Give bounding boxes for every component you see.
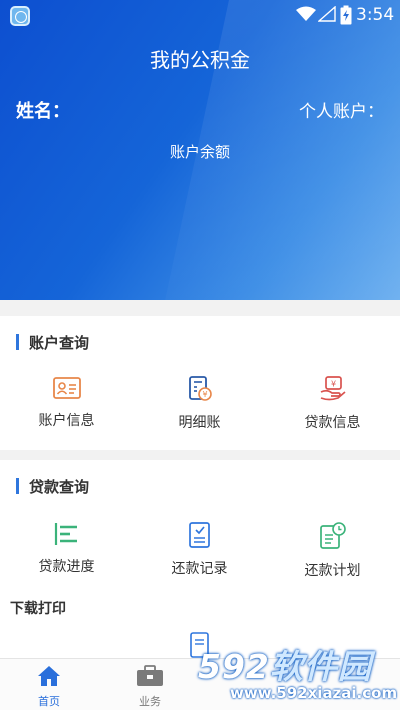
loan-progress-button[interactable]: 贷款进度 bbox=[0, 522, 133, 576]
battery-charging-icon bbox=[340, 5, 352, 25]
download-print-title: 下载打印 bbox=[10, 601, 66, 617]
nav-business[interactable]: 业务 bbox=[120, 665, 180, 709]
nav-home[interactable]: 首页 bbox=[19, 665, 79, 709]
watermark-brand: 592软件园 bbox=[198, 647, 372, 686]
wifi-icon bbox=[296, 6, 316, 21]
watermark: 592软件园 www.592xiazai.com bbox=[190, 640, 400, 710]
page-title: 我的公积金 bbox=[150, 48, 250, 72]
nav-business-label: 业务 bbox=[139, 695, 161, 708]
nav-home-label: 首页 bbox=[38, 695, 60, 708]
status-time: 3:54 bbox=[356, 5, 395, 25]
section-title: 贷款查询 bbox=[29, 477, 90, 496]
account-query-card: 账户查询 账户信息 ¥ 明细账 ¥ 贷款信息 bbox=[0, 316, 400, 450]
watermark-url: www.592xiazai.com bbox=[230, 684, 398, 702]
loan-query-card: 贷款查询 贷款进度 还款记录 还款计划 下载打印 bbox=[0, 460, 400, 658]
svg-text:¥: ¥ bbox=[202, 390, 207, 399]
personal-account-label: 个人账户： bbox=[299, 102, 384, 122]
name-label: 姓名： bbox=[16, 101, 70, 122]
repayment-record-button[interactable]: 还款记录 bbox=[133, 522, 266, 578]
header-banner: 3:54 我的公积金 姓名： 个人账户： 账户余额 bbox=[0, 0, 400, 300]
statement-label: 明细账 bbox=[178, 415, 221, 431]
calculator-icon: ¥ bbox=[188, 376, 212, 401]
svg-text:¥: ¥ bbox=[330, 380, 335, 389]
statement-button[interactable]: ¥ 明细账 bbox=[133, 376, 266, 432]
repayment-plan-label: 还款计划 bbox=[304, 563, 361, 579]
loan-info-button[interactable]: ¥ 贷款信息 bbox=[266, 376, 399, 432]
status-bar: 3:54 bbox=[0, 0, 400, 30]
briefcase-icon bbox=[137, 665, 163, 686]
checklist-document-icon bbox=[188, 522, 210, 548]
loan-coin-icon: ¥ bbox=[320, 376, 346, 401]
signal-icon bbox=[318, 6, 336, 22]
app-notification-icon bbox=[10, 6, 30, 26]
section-accent-bar bbox=[16, 334, 19, 350]
home-icon bbox=[38, 666, 60, 686]
account-info-button[interactable]: 账户信息 bbox=[0, 376, 133, 430]
id-card-icon bbox=[52, 377, 81, 399]
schedule-clock-icon bbox=[319, 522, 346, 549]
section-title: 账户查询 bbox=[29, 333, 90, 352]
account-query-header: 账户查询 bbox=[16, 332, 89, 352]
loan-info-label: 贷款信息 bbox=[304, 415, 361, 431]
account-info-label: 账户信息 bbox=[38, 413, 95, 429]
progress-bars-icon bbox=[54, 523, 77, 545]
repayment-plan-button[interactable]: 还款计划 bbox=[266, 522, 399, 580]
loan-query-header: 贷款查询 bbox=[16, 476, 89, 496]
account-balance-label: 账户余额 bbox=[169, 143, 230, 161]
section-accent-bar bbox=[16, 478, 19, 494]
loan-progress-label: 贷款进度 bbox=[38, 559, 95, 575]
repayment-record-label: 还款记录 bbox=[171, 561, 228, 577]
